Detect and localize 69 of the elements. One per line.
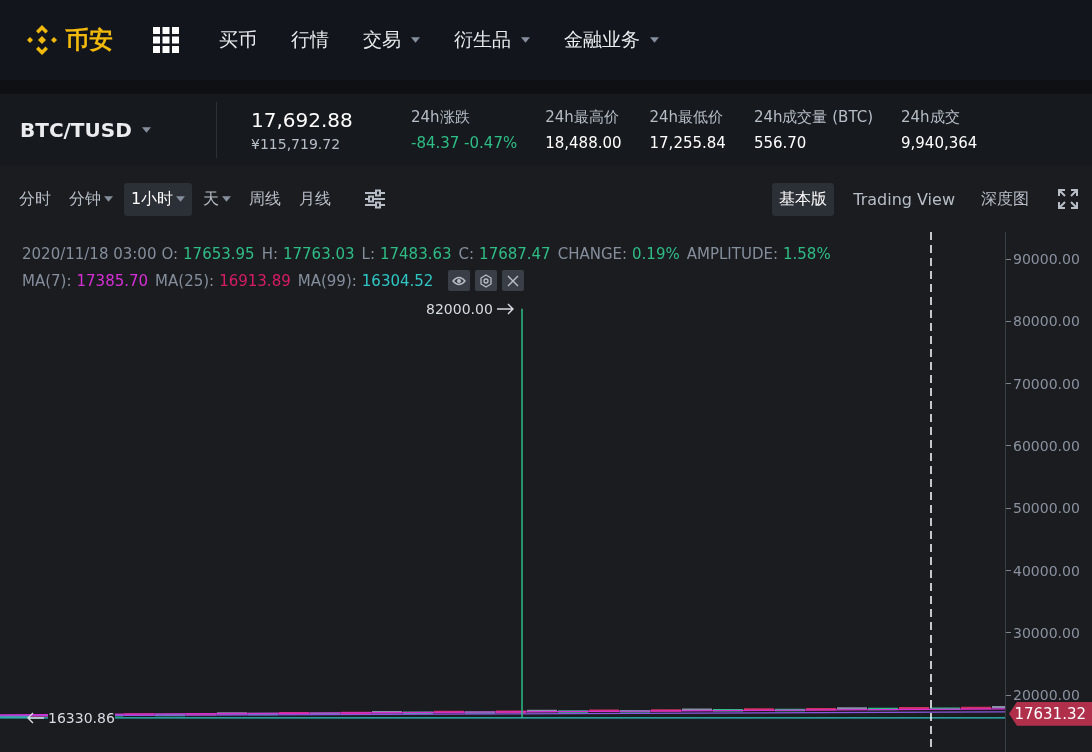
stat-value: 17,255.84 <box>649 134 726 152</box>
legend-label: L: <box>361 244 375 263</box>
interval-tab[interactable]: 1小时 <box>124 182 193 216</box>
axis-label: 60000.00 <box>1013 437 1080 454</box>
stat-value: -84.37 -0.47% <box>411 134 518 152</box>
legend-value: 0.19% <box>632 244 680 263</box>
ma-value: 16913.89 <box>219 271 291 290</box>
arrow-icon <box>26 711 44 724</box>
legend-label: C: <box>458 244 475 263</box>
grid-menu-icon[interactable] <box>153 27 179 53</box>
legend-value: 17763.03 <box>283 244 355 263</box>
legend-value: 17687.47 <box>479 244 551 263</box>
axis-label: 20000.00 <box>1013 687 1080 704</box>
diamond-logo-icon <box>25 23 59 57</box>
high-price-label: 82000.00 <box>426 300 493 317</box>
ma-label: MA(25): <box>155 271 215 290</box>
stat-label: 24h成交量 (BTC) <box>753 108 873 127</box>
legend-time: 2020/11/18 03:00 <box>22 244 157 263</box>
interval-tab[interactable]: 月线 <box>292 182 339 216</box>
axis-label: 80000.00 <box>1013 313 1080 330</box>
legend-label: AMPLITUDE: <box>686 244 778 263</box>
axis-label: 50000.00 <box>1013 500 1080 517</box>
interval-tab[interactable]: 周线 <box>242 182 289 216</box>
stat-value: 18,488.00 <box>545 134 622 152</box>
ma-value: 16304.52 <box>361 271 434 290</box>
axis-label: 90000.00 <box>1013 251 1080 267</box>
pair-selector[interactable]: BTC/TUSD <box>0 118 200 142</box>
ma-label: MA(99): <box>297 271 357 290</box>
stat-label: 24h成交 <box>901 108 961 127</box>
legend-value: 17483.63 <box>380 244 452 263</box>
ma-value: 17385.70 <box>76 271 149 290</box>
axis-label: 30000.00 <box>1013 624 1080 641</box>
stat-label: 24h最高价 <box>545 108 620 127</box>
visibility-button[interactable] <box>448 270 471 291</box>
axis-label: 40000.00 <box>1013 562 1080 579</box>
nav-menu-item[interactable]: 买币 <box>219 27 257 53</box>
close-icon <box>507 274 520 287</box>
stat-label: 24h最低价 <box>649 108 725 127</box>
legend-value: 17653.95 <box>183 244 255 263</box>
legend-value: 1.58% <box>783 244 831 263</box>
nav-menu-item[interactable]: 行情 <box>291 27 329 53</box>
current-price-tag: 17631.32 <box>1009 701 1092 726</box>
nav-menu-item[interactable]: 衍生品 <box>454 27 530 53</box>
view-tab[interactable]: 基本版 <box>772 182 835 216</box>
legend-label: CHANGE: <box>557 244 628 263</box>
close-button[interactable] <box>502 270 525 291</box>
logo-text[interactable]: 币安 <box>65 24 113 56</box>
settings-button[interactable] <box>475 270 498 291</box>
ma-label: MA(7): <box>22 271 72 290</box>
stat-value: 9,940,364 <box>901 134 978 152</box>
interval-tab[interactable]: 分时 <box>12 182 58 216</box>
fiat-price: ¥115,719.72 <box>251 136 342 152</box>
interval-tab[interactable]: 天 <box>196 182 239 216</box>
last-price: 17,692.88 <box>251 108 354 132</box>
stat-label: 24h涨跌 <box>411 108 471 127</box>
view-tab[interactable]: 深度图 <box>974 182 1036 216</box>
interval-tab[interactable]: 分钟 <box>62 182 120 216</box>
legend-label: H: <box>261 244 278 263</box>
stat-value: 556.70 <box>753 134 808 152</box>
legend-label: O: <box>161 244 179 263</box>
settings-icon[interactable] <box>364 189 387 209</box>
axis-label: 70000.00 <box>1013 375 1080 392</box>
caret-icon <box>141 127 151 133</box>
view-tab[interactable]: Trading View <box>846 183 962 215</box>
arrow-icon <box>496 302 515 315</box>
nav-menu-item[interactable]: 金融业务 <box>564 27 659 53</box>
eye-icon <box>452 275 467 286</box>
nav-menu-item[interactable]: 交易 <box>363 27 420 53</box>
fullscreen-icon[interactable] <box>1058 189 1078 209</box>
